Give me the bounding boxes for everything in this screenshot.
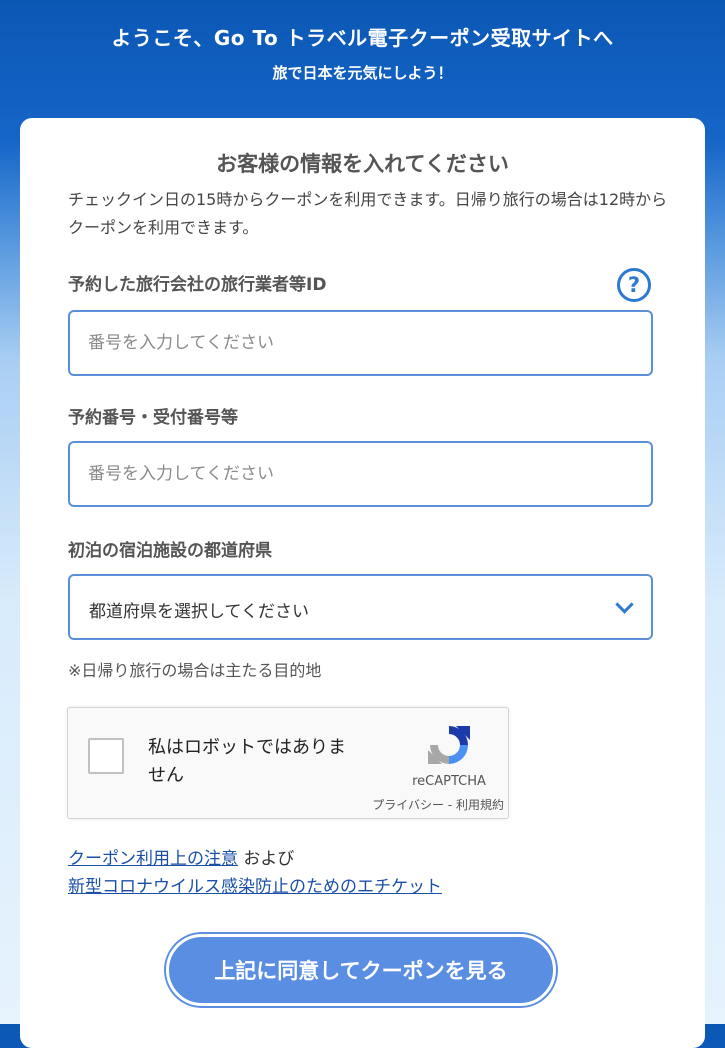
agency-id-input[interactable] — [68, 310, 653, 376]
recaptcha-links: プライバシー - 利用規約 — [324, 796, 504, 813]
coupon-form-card: お客様の情報を入れてください チェックイン日の15時からクーポンを利用できます。… — [20, 118, 705, 1048]
form-title: お客様の情報を入れてください — [216, 152, 509, 176]
page-title: ようこそ、Go To トラベル電子クーポン受取サイトへ — [111, 26, 614, 50]
day-trip-note: ※日帰り旅行の場合は主たる目的地 — [68, 661, 322, 680]
agreement-links-line-2: 新型コロナウイルス感染防止のためのエチケット — [68, 872, 442, 897]
recaptcha-privacy-link[interactable]: プライバシー — [372, 798, 444, 812]
reservation-number-input[interactable] — [68, 441, 653, 507]
question-circle-icon[interactable]: ? — [617, 268, 651, 302]
agency-id-label: 予約した旅行会社の旅行業者等ID — [68, 275, 327, 295]
reservation-number-label: 予約番号・受付番号等 — [68, 408, 238, 428]
prefecture-select[interactable]: 都道府県を選択してください — [68, 574, 653, 640]
agree-submit-button[interactable]: 上記に同意してクーポンを見る — [166, 934, 556, 1006]
recaptcha-label: 私はロボットではありません — [148, 737, 346, 786]
chevron-down-icon — [615, 595, 634, 614]
coupon-time-notice: チェックイン日の15時からクーポンを利用できます。日帰り旅行の場合は12時からク… — [68, 190, 668, 237]
agreement-links-line-1: クーポン利用上の注意 および — [68, 844, 294, 869]
page-subtitle: 旅で日本を元気にしよう！ — [272, 64, 453, 82]
recaptcha-logo-icon — [428, 726, 470, 764]
etiquette-link[interactable]: 新型コロナウイルス感染防止のためのエチケット — [68, 877, 442, 897]
recaptcha-brand: reCAPTCHA — [412, 774, 486, 789]
recaptcha-terms-link[interactable]: 利用規約 — [456, 798, 504, 812]
links-conjunction: および — [238, 849, 295, 869]
recaptcha-checkbox[interactable] — [88, 738, 124, 774]
prefecture-select-value: 都道府県を選択してください — [89, 602, 309, 622]
recaptcha-widget: 私はロボットではありません reCAPTCHA プライバシー - 利用規約 — [67, 707, 509, 819]
prefecture-label: 初泊の宿泊施設の都道府県 — [68, 541, 272, 561]
coupon-notice-link[interactable]: クーポン利用上の注意 — [68, 849, 238, 869]
recaptcha-link-separator: - — [444, 798, 456, 812]
